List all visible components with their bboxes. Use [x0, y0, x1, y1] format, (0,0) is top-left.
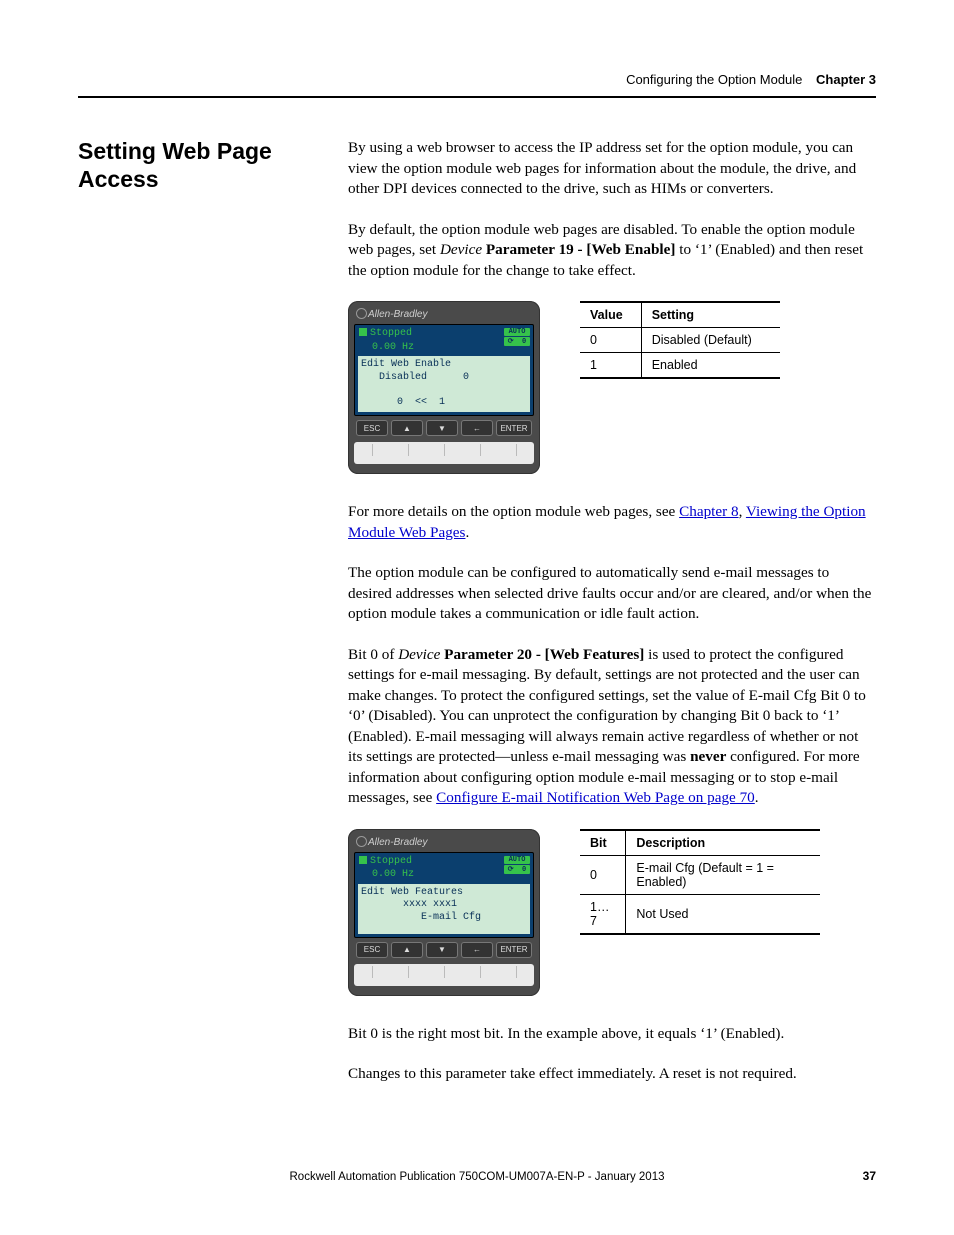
paragraph-bit0: Bit 0 is the right most bit. In the exam…: [348, 1024, 876, 1045]
key-down[interactable]: ▼: [426, 420, 458, 436]
him-badges: AUTO ⟳ 0: [503, 855, 531, 875]
table-row: 0 Disabled (Default): [580, 328, 780, 353]
cell: 0: [580, 855, 626, 894]
him-badges: AUTO ⟳ 0: [503, 327, 531, 347]
page-number: 37: [863, 1169, 876, 1183]
badge-icons: ⟳ 0: [504, 337, 530, 346]
him-status: Stopped 0.00 Hz: [357, 327, 416, 355]
text-bold: Parameter 20 - [Web Features]: [440, 646, 644, 663]
header-chapter: Chapter 3: [816, 72, 876, 87]
him-keypad: ESC ▲ ▼ ← ENTER: [354, 420, 534, 436]
text: 0.00 Hz: [372, 869, 414, 880]
him-bezel: [354, 964, 534, 986]
him-device: Allen-Bradley Stopped 0.00 Hz AUTO ⟳ 0 E…: [348, 301, 540, 474]
cell: 1…7: [580, 894, 626, 934]
th-description: Description: [626, 830, 820, 856]
running-header: Configuring the Option Module Chapter 3: [626, 72, 876, 87]
key-esc[interactable]: ESC: [356, 942, 388, 958]
paragraph-reset: Changes to this parameter take effect im…: [348, 1064, 876, 1085]
key-up[interactable]: ▲: [391, 420, 423, 436]
key-up[interactable]: ▲: [391, 942, 423, 958]
cell: 1: [580, 353, 641, 379]
header-section: Configuring the Option Module: [626, 72, 802, 87]
table-value-setting: Value Setting 0 Disabled (Default) 1 Ena…: [580, 301, 780, 379]
him-brand: Allen-Bradley: [354, 835, 534, 852]
footer-publication: Rockwell Automation Publication 750COM-U…: [78, 1171, 876, 1183]
key-left[interactable]: ←: [461, 942, 493, 958]
th-setting: Setting: [641, 302, 780, 328]
paragraph-more-details: For more details on the option module we…: [348, 502, 876, 543]
text: Bit 0 of: [348, 646, 398, 663]
paragraph-email: The option module can be configured to a…: [348, 563, 876, 625]
him-lcd: Stopped 0.00 Hz AUTO ⟳ 0 Edit Web Enable…: [354, 324, 534, 416]
table-row: 1 Enabled: [580, 353, 780, 379]
th-value: Value: [580, 302, 641, 328]
link-email-notification[interactable]: Configure E-mail Notification Web Page o…: [436, 789, 755, 806]
key-enter[interactable]: ENTER: [496, 420, 532, 436]
paragraph-intro: By using a web browser to access the IP …: [348, 138, 876, 200]
him-brand: Allen-Bradley: [354, 307, 534, 324]
badge-icons: ⟳ 0: [504, 865, 530, 874]
section-heading: Setting Web Page Access: [78, 138, 336, 193]
him-status: Stopped 0.00 Hz: [357, 855, 416, 883]
badge-auto: AUTO: [504, 856, 530, 864]
th-bit: Bit: [580, 830, 626, 856]
key-down[interactable]: ▼: [426, 942, 458, 958]
text: .: [755, 789, 759, 806]
table-bit-description: Bit Description 0 E-mail Cfg (Default = …: [580, 829, 820, 935]
him-lcd: Stopped 0.00 Hz AUTO ⟳ 0 Edit Web Featur…: [354, 852, 534, 938]
text: For more details on the option module we…: [348, 503, 679, 520]
key-esc[interactable]: ESC: [356, 420, 388, 436]
him-keypad: ESC ▲ ▼ ← ENTER: [354, 942, 534, 958]
cell: 0: [580, 328, 641, 353]
him-screen-body: Edit Web Enable Disabled 0 0 << 1: [358, 356, 530, 412]
him-screen-body: Edit Web Features xxxx xxx1 E-mail Cfg: [358, 884, 530, 934]
text-bold: never: [690, 748, 726, 765]
header-rule: [78, 96, 876, 98]
text-bold: Parameter 19 - [Web Enable]: [482, 241, 675, 258]
text: Stopped: [370, 328, 412, 339]
paragraph-web-features: Bit 0 of Device Parameter 20 - [Web Feat…: [348, 645, 876, 809]
table-row: 1…7 Not Used: [580, 894, 820, 934]
text: 0.00 Hz: [372, 342, 414, 353]
paragraph-enable: By default, the option module web pages …: [348, 220, 876, 282]
him-device: Allen-Bradley Stopped 0.00 Hz AUTO ⟳ 0 E…: [348, 829, 540, 996]
cell: Not Used: [626, 894, 820, 934]
text: .: [465, 524, 469, 541]
badge-auto: AUTO: [504, 328, 530, 336]
body-column: By using a web browser to access the IP …: [348, 138, 876, 1105]
cell: E-mail Cfg (Default = 1 = Enabled): [626, 855, 820, 894]
text-italic: Device: [440, 241, 482, 258]
key-left[interactable]: ←: [461, 420, 493, 436]
cell: Enabled: [641, 353, 780, 379]
figure-web-features: Allen-Bradley Stopped 0.00 Hz AUTO ⟳ 0 E…: [348, 829, 876, 996]
cell: Disabled (Default): [641, 328, 780, 353]
text-italic: Device: [398, 646, 440, 663]
figure-web-enable: Allen-Bradley Stopped 0.00 Hz AUTO ⟳ 0 E…: [348, 301, 876, 474]
text: ,: [739, 503, 746, 520]
table-row: 0 E-mail Cfg (Default = 1 = Enabled): [580, 855, 820, 894]
key-enter[interactable]: ENTER: [496, 942, 532, 958]
link-chapter8[interactable]: Chapter 8: [679, 503, 738, 520]
text: Stopped: [370, 856, 412, 867]
him-bezel: [354, 442, 534, 464]
